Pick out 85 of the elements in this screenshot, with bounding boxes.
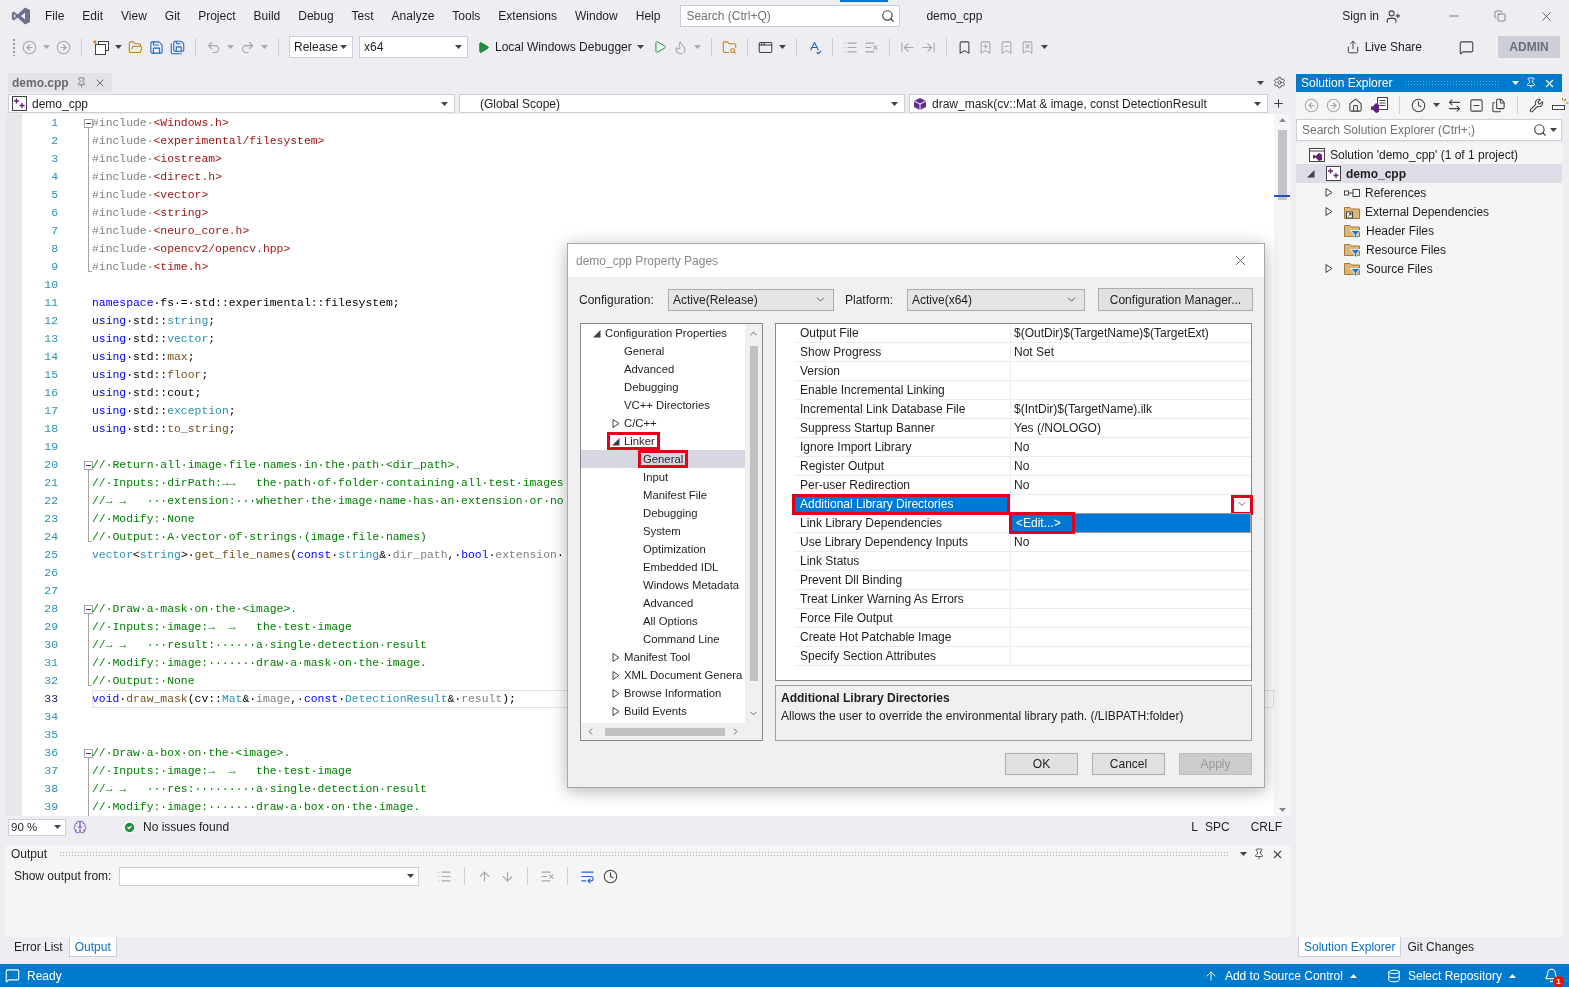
line-number: 10 <box>43 278 59 293</box>
line-number: 14 <box>43 350 59 365</box>
line-number: 30 <box>43 638 59 653</box>
line-number: 33 <box>43 692 59 707</box>
line-number: 4 <box>50 170 59 185</box>
line-number: 24 <box>43 530 59 545</box>
line-number: 29 <box>43 620 59 635</box>
line-number: 22 <box>43 494 59 509</box>
line-number: 35 <box>43 728 59 743</box>
platform-label: Platform: <box>845 292 894 307</box>
code-line: //·Output:·None <box>92 674 195 689</box>
line-number: 16 <box>43 386 59 401</box>
line-number: 2 <box>50 134 59 149</box>
line-number: 37 <box>43 764 59 779</box>
code-line: //·Draw·a·box·on·the·<image>. <box>92 746 291 761</box>
code-line: #include·<neuro_core.h> <box>92 224 250 239</box>
line-number: 11 <box>43 296 59 311</box>
code-line: #include·<Windows.h> <box>92 116 229 131</box>
line-number: 13 <box>43 332 59 347</box>
code-line: //·Output:·A·vector·of·strings·(image·file·names) <box>92 530 427 545</box>
code-line: //·Modify:·image:·······draw·a·mask·on·the·image. <box>92 656 427 671</box>
line-number: 15 <box>43 368 59 383</box>
line-number: 28 <box>43 602 59 617</box>
code-line: //·Inputs:·image:→ → the·test·image <box>92 620 352 635</box>
account-badge: ADMIN <box>1498 36 1560 58</box>
issues-status: No issues found <box>143 820 230 834</box>
line-number: 3 <box>50 152 59 167</box>
dialog-title: demo_cpp Property Pages <box>576 253 719 268</box>
code-line: #include·<time.h> <box>92 260 209 275</box>
line-number: 26 <box>43 566 59 581</box>
line-number: 19 <box>43 440 59 455</box>
line-number: 9 <box>50 260 59 275</box>
configuration-label: Configuration: <box>579 292 655 307</box>
code-line: //→ → ···result:······a·single·detection·result <box>92 638 427 653</box>
line-number: 8 <box>50 242 59 257</box>
code-line: #include·<string> <box>92 206 209 221</box>
code-line: //·Return·all·image·file·names·in·the·path·<dir_path>. <box>92 458 462 473</box>
code-line: vector<string>·get_file_names(const·string&·dir_path,·bool·extension· <box>92 548 564 563</box>
code-line: using·std::cout; <box>92 386 202 401</box>
code-line: void·draw_mask(cv::Mat&·image,·const·DetectionResult&·result); <box>92 692 516 707</box>
code-line: #include·<direct.h> <box>92 170 222 185</box>
panel-title: Solution Explorer <box>1301 76 1393 90</box>
line-position: L <box>1191 820 1198 834</box>
line-number: 6 <box>50 206 59 221</box>
line-number: 21 <box>43 476 59 491</box>
code-line: using·std::floor; <box>92 368 209 383</box>
code-line: #include·<opencv2/opencv.hpp> <box>92 242 291 257</box>
code-line: namespace·fs·=·std::experimental::filesystem; <box>92 296 400 311</box>
line-number: 36 <box>43 746 59 761</box>
line-number: 31 <box>43 656 59 671</box>
code-line: #include·<iostream> <box>92 152 222 167</box>
line-number: 12 <box>43 314 59 329</box>
line-number: 38 <box>43 782 59 797</box>
line-number: 7 <box>50 224 59 239</box>
code-line: using·std::vector; <box>92 332 216 347</box>
line-number: 25 <box>43 548 59 563</box>
output-source-label: Show output from: <box>14 869 112 883</box>
line-number: 32 <box>43 674 59 689</box>
code-line: //·Inputs:·image:→ → the·test·image <box>92 764 352 779</box>
code-line: //→ → ···res:·········a·single·detection·result <box>92 782 427 797</box>
code-line: //·Inputs:·dirPath:→→ the·path·of·folder·containing·all·test·images <box>92 476 564 491</box>
window-title: demo_cpp <box>926 9 983 23</box>
code-line: #include·<vector> <box>92 188 209 203</box>
line-number: 39 <box>43 800 59 815</box>
line-number: 1 <box>50 116 59 131</box>
code-line: //·Modify:·None <box>92 512 195 527</box>
line-number: 5 <box>50 188 59 203</box>
line-number: 34 <box>43 710 59 725</box>
line-number: 27 <box>43 584 59 599</box>
code-line: //→ → ···extension:···whether·the·image·name·has·an·extension·or·no <box>92 494 564 509</box>
description-title: Additional Library Directories <box>781 690 951 707</box>
code-line: #include·<experimental/filesystem> <box>92 134 325 149</box>
line-number: 17 <box>43 404 59 419</box>
description-text: Allows the user to override the environmental library path. (/LIBPATH:folder) <box>781 708 1185 725</box>
code-line: using·std::exception; <box>92 404 236 419</box>
line-number: 18 <box>43 422 59 437</box>
status-message: Ready <box>27 968 62 983</box>
line-number: 23 <box>43 512 59 527</box>
line-number: 20 <box>43 458 59 473</box>
code-line: //·Draw·a·mask·on·the·<image>. <box>92 602 298 617</box>
panel-title: Output <box>11 847 48 861</box>
code-line: using·std::max; <box>92 350 195 365</box>
code-line: using·std::string; <box>92 314 216 329</box>
code-line: using·std::to_string; <box>92 422 236 437</box>
code-line: //·Modify:·image:·······draw·a·box·on·the·image. <box>92 800 421 815</box>
